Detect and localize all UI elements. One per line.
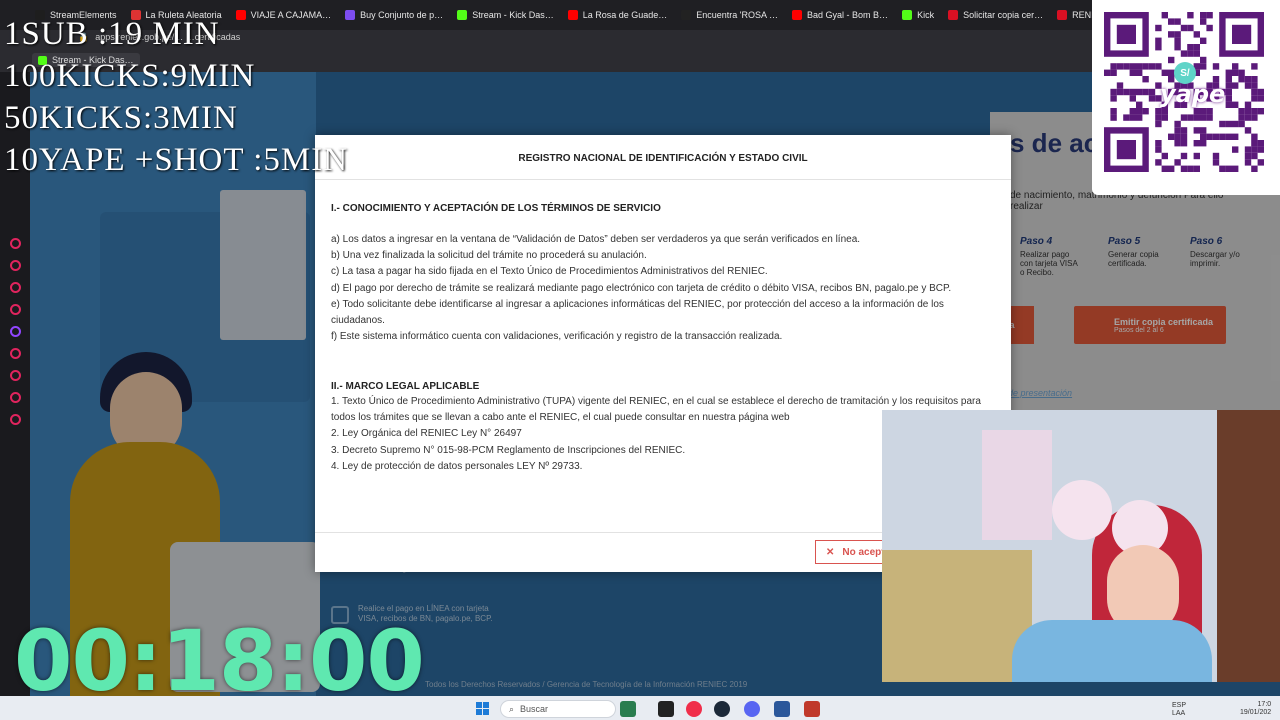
sidebar-icon[interactable] (9, 304, 21, 315)
bookmark-favicon-icon (681, 10, 692, 20)
bookmark-item[interactable]: Encuentra 'ROSA … (676, 4, 783, 26)
cam-shelf (982, 430, 1052, 540)
bookmark-item[interactable]: La Rosa de Guade… (563, 4, 673, 26)
bookmark-item[interactable]: Buy Conjunto de p… (340, 4, 448, 26)
modal-title: REGISTRO NACIONAL DE IDENTIFICACIÓN Y ES… (518, 153, 808, 164)
goal-line: 100KICKS:9MIN (4, 58, 256, 94)
list-item: e) Todo solicitante debe identificarse a… (331, 298, 944, 327)
cam-ear (1052, 480, 1112, 540)
bookmark-label: VIAJE A CAJAMA… (250, 10, 332, 20)
bookmark-label: Encuentra 'ROSA … (696, 10, 779, 20)
clock[interactable]: 17:0 19/01/202 (1240, 701, 1271, 717)
close-icon: ✕ (826, 546, 835, 558)
sidebar-icon[interactable] (9, 282, 21, 293)
bookmark-favicon-icon (1057, 10, 1068, 20)
steam-icon[interactable] (714, 701, 730, 717)
list-item: c) La tasa a pagar ha sido fijada en el … (331, 266, 768, 278)
sidebar-icon[interactable] (9, 238, 21, 249)
windows-start-icon[interactable] (476, 702, 489, 715)
divider (315, 179, 1011, 180)
sidebar-icon[interactable] (9, 392, 21, 403)
list-item: b) Una vez finalizada la solicitud del t… (331, 250, 647, 262)
webcam-feed (882, 410, 1280, 682)
discord-icon[interactable] (744, 701, 760, 717)
settings-icon[interactable] (9, 414, 21, 425)
sidebar-icon[interactable] (9, 370, 21, 381)
taskbar-app-icon[interactable] (804, 701, 820, 717)
cam-bed (882, 550, 1032, 682)
section-2-title: II.- MARCO LEGAL APLICABLE (331, 381, 480, 392)
goal-line: 10YAPE +SHOT :5MIN (4, 142, 349, 178)
bookmark-label: Bad Gyal - Bom B… (807, 10, 889, 20)
taskbar-app-icon[interactable] (658, 701, 674, 717)
screen: StreamElements La Ruleta Aleatoria VIAJE A… (0, 0, 1280, 720)
section-1-title: I.- CONOCIMIENTO Y ACEPTACIÓN DE LOS TÉR… (331, 203, 661, 214)
search-icon: ⌕ (509, 703, 515, 714)
search-placeholder: Buscar (520, 704, 549, 714)
bookmark-favicon-icon (948, 10, 959, 20)
sidebar-icon[interactable] (9, 260, 21, 271)
yape-logo: yape (1160, 80, 1226, 108)
list-item: f) Este sistema informático cuenta con v… (331, 331, 783, 343)
bookmark-favicon-icon (235, 10, 246, 20)
list-item: d) El pago por derecho de trámite se rea… (331, 282, 952, 294)
bookmark-item[interactable]: Stream - Kick Das… (452, 4, 559, 26)
bookmark-item[interactable]: Kick (897, 4, 939, 26)
bookmark-label: Stream - Kick Das… (472, 10, 554, 20)
word-icon[interactable] (774, 701, 790, 717)
section-1-list: a) Los datos a ingresar en la ventana de… (331, 232, 995, 345)
bookmark-label: Buy Conjunto de p… (360, 10, 444, 20)
bookmark-favicon-icon (902, 10, 913, 20)
sidebar-icon[interactable] (9, 348, 21, 359)
taskbar-search[interactable]: ⌕ Buscar (500, 700, 616, 718)
bookmark-label: La Rosa de Guade… (582, 10, 668, 20)
bookmark-item[interactable]: Solicitar copia cer… (943, 4, 1048, 26)
cam-shirt (1012, 620, 1212, 682)
bookmark-favicon-icon (345, 10, 356, 20)
taskbar-app-icon[interactable] (620, 701, 636, 717)
cam-door (1217, 410, 1280, 682)
bookmark-favicon-icon (792, 10, 803, 20)
twitch-icon[interactable] (9, 326, 21, 337)
language-indicator[interactable]: ESP LAA (1172, 702, 1186, 718)
bookmark-favicon-icon (457, 10, 468, 20)
list-item: a) Los datos a ingresar en la ventana de… (331, 234, 861, 245)
goal-line: 50KICKS:3MIN (4, 100, 238, 136)
goal-line: 1SUB :19 MIN (4, 16, 220, 52)
taskbar (0, 696, 1280, 720)
bookmark-item[interactable]: Bad Gyal - Bom B… (787, 4, 893, 26)
bookmark-label: Kick (917, 10, 935, 20)
bookmark-item[interactable]: VIAJE A CAJAMA… (231, 4, 337, 26)
bookmark-favicon-icon (567, 10, 578, 20)
bookmark-label: Solicitar copia cer… (963, 10, 1044, 20)
opera-icon[interactable] (686, 701, 702, 717)
